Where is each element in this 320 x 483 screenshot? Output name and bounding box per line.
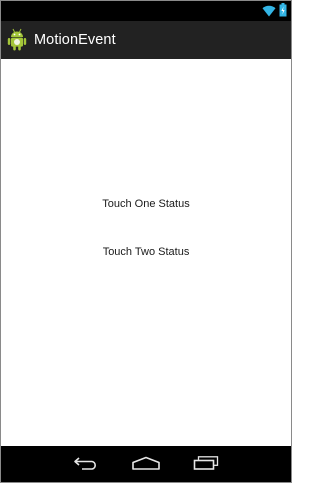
recent-apps-button[interactable] — [176, 446, 236, 482]
action-bar: MotionEvent — [1, 21, 291, 59]
wifi-icon — [262, 2, 276, 21]
app-title: MotionEvent — [34, 32, 116, 48]
touch-one-status: Touch One Status — [102, 198, 190, 210]
back-button[interactable] — [56, 446, 116, 482]
main-content[interactable]: Touch One Status Touch Two Status — [1, 59, 291, 447]
status-icons — [262, 2, 287, 21]
home-icon — [131, 455, 161, 474]
back-icon — [73, 455, 99, 474]
home-button[interactable] — [116, 446, 176, 482]
navigation-bar — [1, 446, 291, 482]
status-bar — [1, 1, 291, 21]
touch-two-status: Touch Two Status — [102, 246, 190, 258]
recent-apps-icon — [193, 455, 219, 474]
android-robot-icon[interactable] — [6, 27, 28, 53]
device-screen: MotionEvent Touch One Status Touch Two S… — [0, 0, 292, 483]
battery-icon — [279, 2, 287, 21]
